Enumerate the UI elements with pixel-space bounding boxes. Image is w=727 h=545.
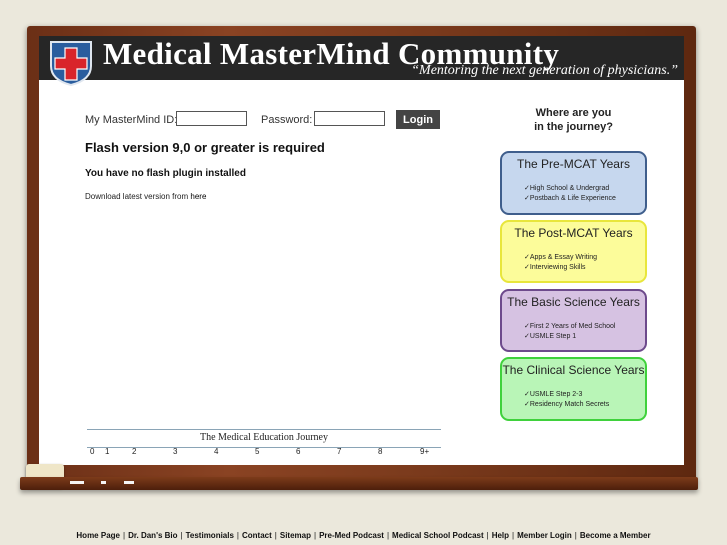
site-tagline: “Mentoring the next generation of physic… [411, 63, 678, 78]
timeline-tick: 9+ [420, 447, 430, 456]
journey-question-line-1: Where are you [535, 107, 612, 119]
footer-link[interactable]: Home Page [76, 531, 120, 540]
card-post-mcat[interactable]: The Post-MCAT Years Apps & Essay Writing… [500, 220, 647, 283]
journey-question-line-2: in the journey? [534, 121, 613, 133]
flash-required-heading: Flash version 9,0 or greater is required [85, 140, 325, 155]
card-item: High School & Undergrad [524, 184, 616, 194]
card-title: The Pre-MCAT Years [517, 157, 630, 171]
footer-link[interactable]: Member Login [517, 531, 572, 540]
password-label: Password: [261, 114, 313, 126]
footer-separator: | [313, 531, 317, 540]
footer-link[interactable]: Help [492, 531, 509, 540]
chalk-tray [20, 477, 698, 490]
footer-separator: | [236, 531, 239, 540]
footer-link[interactable]: Sitemap [280, 531, 311, 540]
chalk-piece [124, 481, 134, 484]
timeline-title: The Medical Education Journey [199, 432, 328, 443]
card-list: First 2 Years of Med School USMLE Step 1 [524, 322, 616, 342]
card-list: Apps & Essay Writing Interviewing Skills [524, 253, 597, 273]
card-pre-mcat[interactable]: The Pre-MCAT Years High School & Undergr… [500, 151, 647, 215]
footer-separator: | [574, 531, 577, 540]
footer-separator: | [274, 531, 277, 540]
card-item: First 2 Years of Med School [524, 322, 616, 332]
chalk-piece [70, 481, 84, 484]
footer-link[interactable]: Contact [242, 531, 272, 540]
card-item: Residency Match Secrets [524, 400, 609, 410]
footer-link[interactable]: Pre-Med Podcast [319, 531, 384, 540]
footer-separator: | [486, 531, 489, 540]
timeline-tick: 1 [105, 447, 110, 456]
footer-separator: | [122, 531, 126, 540]
download-text: Download latest version from [85, 192, 191, 201]
timeline-tick: 2 [132, 447, 137, 456]
card-list: High School & Undergrad Postbach & Life … [524, 184, 616, 204]
password-input[interactable] [314, 111, 385, 126]
footer-link[interactable]: Medical School Podcast [392, 531, 484, 540]
timeline-tick: 8 [378, 447, 383, 456]
card-item: Interviewing Skills [524, 263, 597, 273]
footer-separator: | [386, 531, 390, 540]
mastermind-id-label: My MasterMind ID: [85, 114, 178, 126]
footer-link[interactable]: Become a Member [580, 531, 651, 540]
card-list: USMLE Step 2-3 Residency Match Secrets [524, 390, 609, 410]
card-title: The Basic Science Years [507, 295, 640, 309]
card-item: USMLE Step 2-3 [524, 390, 609, 400]
medical-cross-logo-icon [50, 41, 92, 86]
timeline-tick: 0 [90, 447, 95, 456]
download-notice: Download latest version from here [85, 192, 206, 201]
footer-link[interactable]: Dr. Dan's Bio [128, 531, 177, 540]
footer-separator: | [512, 531, 515, 540]
journey-timeline: The Medical Education Journey [87, 429, 441, 448]
card-title: The Post-MCAT Years [514, 226, 633, 240]
chalk-piece [101, 481, 106, 484]
timeline-tick: 4 [214, 447, 219, 456]
footer-link[interactable]: Testimonials [186, 531, 234, 540]
flash-missing-notice: You have no flash plugin installed [85, 168, 246, 179]
footer-separator: | [180, 531, 183, 540]
timeline-tick: 5 [255, 447, 260, 456]
card-item: Postbach & Life Experience [524, 194, 616, 204]
mastermind-id-input[interactable] [176, 111, 247, 126]
card-item: USMLE Step 1 [524, 332, 615, 342]
card-item: Apps & Essay Writing [524, 253, 597, 263]
footer-nav: Home Page | Dr. Dan's Bio | Testimonials | Con… [0, 531, 727, 540]
card-clinical-science[interactable]: The Clinical Science Years USMLE Step 2-… [500, 357, 647, 421]
journey-question: Where are you in the journey? [503, 106, 644, 134]
timeline-tick: 3 [173, 447, 178, 456]
timeline-tick: 7 [337, 447, 342, 456]
download-here-link[interactable]: here [190, 192, 206, 201]
card-title: The Clinical Science Years [502, 363, 645, 377]
login-button[interactable]: Login [396, 110, 440, 129]
timeline-tick: 6 [296, 447, 301, 456]
card-basic-science[interactable]: The Basic Science Years First 2 Years of… [500, 289, 647, 352]
